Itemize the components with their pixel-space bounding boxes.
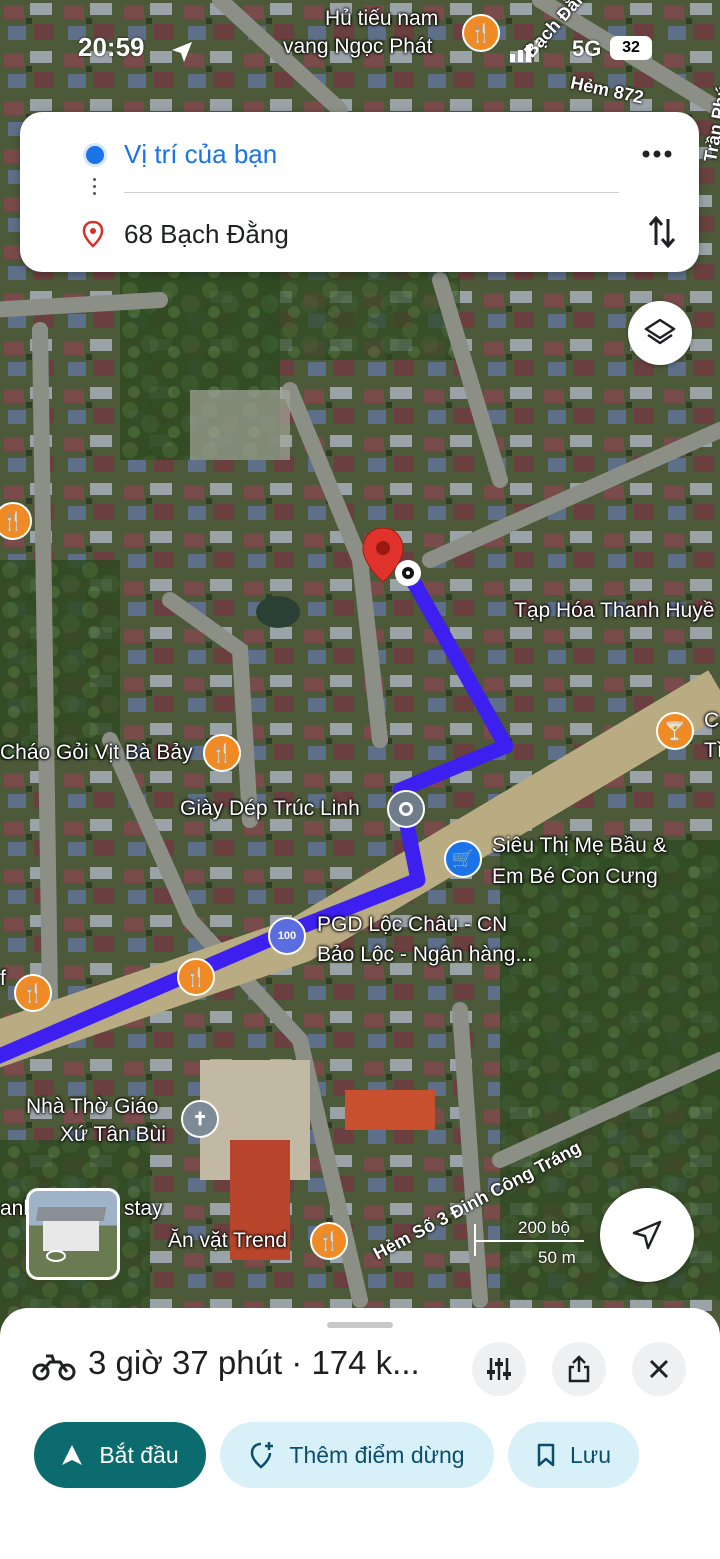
poi-label[interactable]: stay xyxy=(124,1196,163,1222)
share-button[interactable] xyxy=(552,1342,606,1396)
more-options-button[interactable] xyxy=(635,134,679,174)
street-view-thumbnail[interactable] xyxy=(26,1188,120,1280)
add-location-icon xyxy=(251,1442,274,1469)
poi-label[interactable]: f xyxy=(0,966,6,992)
route-bottom-sheet: 3 giờ 37 phút · 174 k... Bắt đầu Thêm đi… xyxy=(0,1308,720,1559)
drag-handle[interactable] xyxy=(327,1322,393,1328)
divider xyxy=(124,192,619,193)
bookmark-icon xyxy=(537,1443,555,1467)
your-location-dot-icon xyxy=(83,143,107,167)
poi-label[interactable]: PGD Lộc Châu - CN xyxy=(317,912,507,938)
poi-label[interactable]: Hủ tiếu nam xyxy=(325,6,438,32)
destination-field[interactable]: 68 Bạch Đằng xyxy=(124,212,289,256)
poi-label[interactable]: Cháo Gỏi Vịt Bà Bảy xyxy=(0,740,193,766)
start-navigation-button[interactable]: Bắt đầu xyxy=(34,1422,206,1488)
add-stop-button[interactable]: Thêm điểm dừng xyxy=(220,1422,494,1488)
start-label: Bắt đầu xyxy=(99,1441,179,1468)
route-summary: 3 giờ 37 phút · 174 k... xyxy=(88,1344,420,1381)
recenter-button[interactable] xyxy=(600,1188,694,1282)
motorbike-icon xyxy=(32,1354,76,1381)
battery-icon: 32 xyxy=(610,36,652,60)
street-view-360-icon xyxy=(46,1250,66,1262)
close-button[interactable] xyxy=(632,1342,686,1396)
restaurant-icon[interactable]: 🍴 xyxy=(177,958,215,996)
poi-label[interactable]: Nhà Thờ Giáo xyxy=(26,1094,158,1120)
shopping-cart-icon[interactable]: 🛒 xyxy=(444,840,482,878)
poi-label[interactable]: Xứ Tân Bùi xyxy=(60,1122,166,1148)
save-button[interactable]: Lưu xyxy=(508,1422,639,1488)
route-start-marker xyxy=(395,560,421,586)
church-icon[interactable]: ✝ xyxy=(181,1100,219,1138)
route-options-button[interactable] xyxy=(472,1342,526,1396)
layers-button[interactable] xyxy=(628,301,692,365)
network-type: 5G xyxy=(572,36,602,61)
restaurant-icon[interactable]: 🍴 xyxy=(14,974,52,1012)
origin-field[interactable]: Vị trí của bạn xyxy=(124,132,277,176)
more-vert-icon xyxy=(642,150,672,158)
battery-level: 32 xyxy=(622,39,640,56)
navigation-arrow-icon xyxy=(632,1220,662,1250)
bank-icon[interactable]: 100 xyxy=(268,917,306,955)
poi-label[interactable]: Giày Dép Trúc Linh xyxy=(180,796,360,822)
poi-label[interactable]: Tì xyxy=(704,738,720,764)
location-arrow-icon xyxy=(172,42,192,62)
poi-label[interactable]: Bảo Lộc - Ngân hàng... xyxy=(317,942,533,968)
swap-vertical-icon xyxy=(648,215,676,249)
directions-card: Vị trí của bạn 68 Bạch Đằng xyxy=(20,112,699,272)
poi-label[interactable]: Ăn vặt Trend xyxy=(168,1228,287,1254)
add-stop-label: Thêm điểm dừng xyxy=(289,1441,465,1468)
scale-top-label: 200 bộ xyxy=(518,1218,570,1237)
poi-label[interactable]: Tạp Hóa Thanh Huyề xyxy=(514,598,714,624)
signal-icon xyxy=(510,40,539,62)
layers-icon xyxy=(644,318,676,345)
restaurant-icon[interactable]: 🍴 xyxy=(203,734,241,772)
save-label: Lưu xyxy=(570,1441,611,1468)
poi-label[interactable]: vang Ngọc Phát xyxy=(283,34,432,60)
swap-button[interactable] xyxy=(640,210,684,254)
vertical-dots-icon xyxy=(93,174,96,199)
bar-icon[interactable]: 🍸 xyxy=(656,712,694,750)
close-icon xyxy=(649,1359,669,1379)
restaurant-icon[interactable]: 🍴 xyxy=(462,14,500,52)
map-scale: 200 bộ 50 m xyxy=(474,1218,584,1268)
share-icon xyxy=(568,1355,590,1383)
destination-pin-icon xyxy=(82,220,104,248)
tune-icon xyxy=(487,1358,511,1380)
poi-label[interactable]: Siêu Thị Mẹ Bầu & xyxy=(492,833,667,859)
place-marker-icon[interactable] xyxy=(387,790,425,828)
restaurant-icon[interactable]: 🍴 xyxy=(310,1222,348,1260)
poi-label[interactable]: C xyxy=(704,708,719,734)
status-time: 20:59 xyxy=(78,32,145,62)
scale-bottom-label: 50 m xyxy=(538,1248,576,1267)
navigation-arrow-icon xyxy=(62,1445,83,1465)
poi-label[interactable]: Em Bé Con Cưng xyxy=(492,864,658,890)
